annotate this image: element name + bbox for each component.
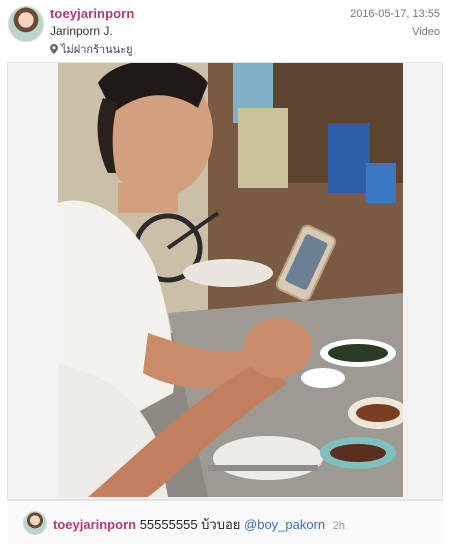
caption-body: 55555555 บ้วบอย <box>139 517 241 532</box>
location-label: ไม่ฝากร้านนะยู <box>61 44 133 56</box>
media-type-label: Video <box>412 26 440 38</box>
post-timestamp: 2016-05-17, 13:55 <box>350 8 440 20</box>
instagram-post-card: toeyjarinporn Jarinporn J. ไม่ฝากร้านนะย… <box>0 0 450 544</box>
caption-mention-link[interactable]: @boy_pakorn <box>244 517 325 532</box>
post-full-name: Jarinporn J. <box>50 24 113 38</box>
location-pin-icon <box>50 44 58 54</box>
post-username[interactable]: toeyjarinporn <box>50 6 134 21</box>
caption-text-row: toeyjarinporn 55555555 บ้วบอย @boy_pakor… <box>53 514 345 535</box>
caption-time: 2h <box>332 520 346 532</box>
post-header: toeyjarinporn Jarinporn J. ไม่ฝากร้านนะย… <box>0 0 450 62</box>
caption-bar: toeyjarinporn 55555555 บ้วบอย @boy_pakor… <box>7 500 443 544</box>
post-media-frame <box>7 62 443 500</box>
caption-avatar[interactable] <box>23 511 47 535</box>
post-video[interactable] <box>58 63 403 497</box>
user-avatar[interactable] <box>8 6 44 42</box>
caption-username[interactable]: toeyjarinporn <box>53 517 136 532</box>
video-still-illustration <box>58 63 403 497</box>
post-location[interactable]: ไม่ฝากร้านนะยู <box>50 40 133 58</box>
